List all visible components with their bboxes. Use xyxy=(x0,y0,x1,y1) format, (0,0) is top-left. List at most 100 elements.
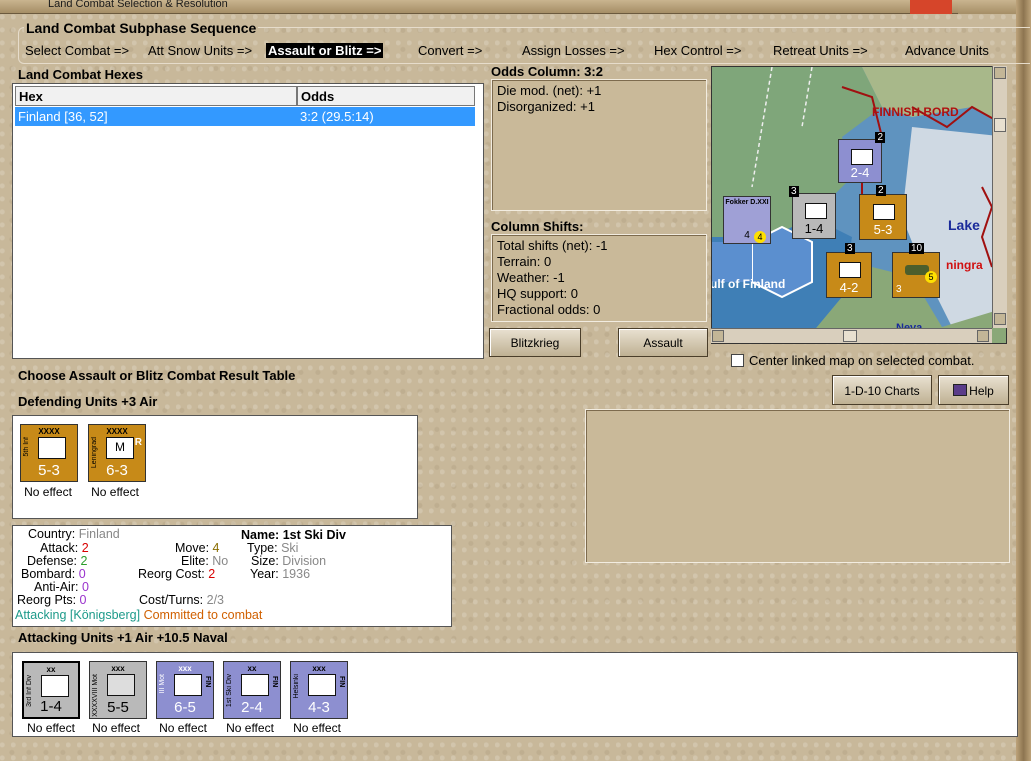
size-value: Division xyxy=(282,554,327,568)
map-unit-str: 3 xyxy=(896,284,902,295)
elite-value: No xyxy=(212,554,229,568)
odds-title: Odds Column: 3:2 xyxy=(491,64,603,79)
unit-nation: FIN xyxy=(204,676,211,688)
seq-convert: Convert => xyxy=(418,43,483,58)
help-button[interactable]: Help xyxy=(938,375,1009,405)
type-value: Ski xyxy=(281,541,299,555)
shift-line: Terrain: 0 xyxy=(497,254,552,269)
odds-line: Disorganized: +1 xyxy=(497,99,595,114)
blitzkrieg-button[interactable]: Blitzkrieg xyxy=(489,328,581,357)
charts-button[interactable]: 1-D-10 Charts xyxy=(832,375,932,405)
map-unit-str: 4-2 xyxy=(839,280,859,295)
map-unit-3rd-inf-div[interactable]: 1-4 3 xyxy=(789,186,836,239)
map-unit-fokker[interactable]: 4 Fokker D.XXI 4 xyxy=(723,196,771,244)
motorized-symbol-icon xyxy=(107,674,135,696)
attacking-unit[interactable]: xx 3rd Inf Div 1-4 xyxy=(22,661,80,719)
crt-title: Choose Assault or Blitz Combat Result Ta… xyxy=(18,368,296,383)
title-bar-right xyxy=(958,0,1016,14)
map-label-leningrad: ningra xyxy=(946,258,983,272)
shift-line: Fractional odds: 0 xyxy=(497,302,601,317)
center-map-label: Center linked map on selected combat. xyxy=(749,353,975,368)
scroll-left-icon[interactable] xyxy=(712,330,724,342)
unit-result: No effect xyxy=(91,485,139,499)
map-horizontal-scrollbar[interactable] xyxy=(711,328,992,343)
hq-symbol-icon: M xyxy=(106,437,134,459)
country-label: Country: xyxy=(28,527,76,541)
col-hex[interactable]: Hex xyxy=(15,86,297,106)
unit-size: xxx xyxy=(111,664,125,673)
unit-result: No effect xyxy=(24,485,72,499)
seq-hex-control: Hex Control => xyxy=(654,43,742,58)
motorized-symbol-icon xyxy=(174,674,202,696)
scroll-thumb[interactable] xyxy=(994,118,1006,132)
unit-name: 5th Inf xyxy=(23,437,30,457)
defense-value: 2 xyxy=(80,554,88,568)
odds-line: Die mod. (net): +1 xyxy=(497,83,602,98)
attacking-unit[interactable]: xxx Helsinki FIN 4-3 xyxy=(290,661,348,719)
unit-strength: 6-5 xyxy=(174,699,196,716)
unit-size: XXXX xyxy=(106,427,128,436)
seq-assign-losses: Assign Losses => xyxy=(522,43,625,58)
linked-map[interactable]: FINNISH BORD Lake ningra ulf of Finland … xyxy=(711,66,1007,344)
air-mission-icon: 4 xyxy=(754,231,766,243)
scroll-down-icon[interactable] xyxy=(994,313,1006,325)
combat-result-panel xyxy=(585,409,1010,563)
unit-strength: 6-3 xyxy=(106,462,128,479)
move-label: Move: xyxy=(175,541,210,555)
antiair-value: 0 xyxy=(81,580,89,594)
air-mission-icon: 5 xyxy=(925,271,937,283)
attacking-unit[interactable]: xxx III Mot FIN 6-5 xyxy=(156,661,214,719)
defense-label: Defense: xyxy=(27,554,78,568)
hexes-table: Hex Odds Finland [36, 52] 3:2 (29.5:14) xyxy=(12,83,484,359)
scroll-right-icon[interactable] xyxy=(977,330,989,342)
year-value: 1936 xyxy=(282,567,311,581)
antiair-label: Anti-Air: xyxy=(34,580,79,594)
reorg-label: Reorg Pts: xyxy=(17,593,77,607)
map-label-lake: Lake xyxy=(948,217,980,233)
map-unit-defender[interactable]: 5-3 2 xyxy=(859,185,907,240)
attacking-unit[interactable]: xx 1st Ski Div FIN 2-4 xyxy=(223,661,281,719)
type-label: Type: xyxy=(247,541,278,555)
seq-retreat-units: Retreat Units => xyxy=(773,43,868,58)
map-unit-su2[interactable]: 3 10 5 xyxy=(892,243,940,298)
table-row[interactable]: Finland [36, 52] 3:2 (29.5:14) xyxy=(15,107,475,126)
unit-info-panel: Country: Finland Attack: 2 Defense: 2 Bo… xyxy=(12,525,452,627)
reserve-tag: R xyxy=(134,437,142,448)
defending-unit[interactable]: XXXX Leningrad M R 6-3 xyxy=(88,424,146,482)
defending-title: Defending Units +3 Air xyxy=(18,394,158,409)
attacking-title: Attacking Units +1 Air +10.5 Naval xyxy=(18,630,228,645)
attack-label: Attack: xyxy=(40,541,79,555)
unit-nation: FIN xyxy=(271,676,278,688)
ski-symbol-icon xyxy=(241,674,269,696)
map-label-finnish-border: FINNISH BORD xyxy=(872,105,959,119)
window-title: Land Combat Selection & Resolution xyxy=(48,0,228,10)
unit-result: No effect xyxy=(27,721,75,735)
bombard-label: Bombard: xyxy=(21,567,76,581)
center-map-checkbox[interactable] xyxy=(731,354,744,367)
close-button[interactable] xyxy=(910,0,952,14)
odds-panel: Die mod. (net): +1 Disorganized: +1 xyxy=(491,79,707,211)
scroll-thumb[interactable] xyxy=(843,330,857,342)
defending-unit[interactable]: XXXX 5th Inf 5-3 xyxy=(20,424,78,482)
name-value: 1st Ski Div xyxy=(282,528,346,542)
sequence-title: Land Combat Subphase Sequence xyxy=(24,20,259,36)
year-label: Year: xyxy=(250,567,279,581)
stack-count: 10 xyxy=(909,243,925,254)
scroll-up-icon[interactable] xyxy=(994,67,1006,79)
seq-select-combat: Select Combat => xyxy=(25,43,130,58)
shift-line: Total shifts (net): -1 xyxy=(497,238,608,253)
map-unit-1st-ski-div[interactable]: 2-4 2 xyxy=(838,132,885,183)
name-label: Name: xyxy=(241,528,280,542)
col-odds[interactable]: Odds xyxy=(297,86,475,106)
unit-result: No effect xyxy=(92,721,140,735)
map-label-gulf: ulf of Finland xyxy=(712,277,785,291)
map-unit-leningrad-defender[interactable]: 4-2 3 xyxy=(826,243,872,298)
unit-size: XXXX xyxy=(38,427,60,436)
map-vertical-scrollbar[interactable] xyxy=(992,66,1007,328)
unit-strength: 2-4 xyxy=(241,699,263,716)
assault-button[interactable]: Assault xyxy=(618,328,708,357)
attack-value: 2 xyxy=(81,541,89,555)
unit-result: No effect xyxy=(226,721,274,735)
attacking-unit[interactable]: xxx XXXXVIII Mot 5-5 xyxy=(89,661,147,719)
move-value: 4 xyxy=(212,541,220,555)
